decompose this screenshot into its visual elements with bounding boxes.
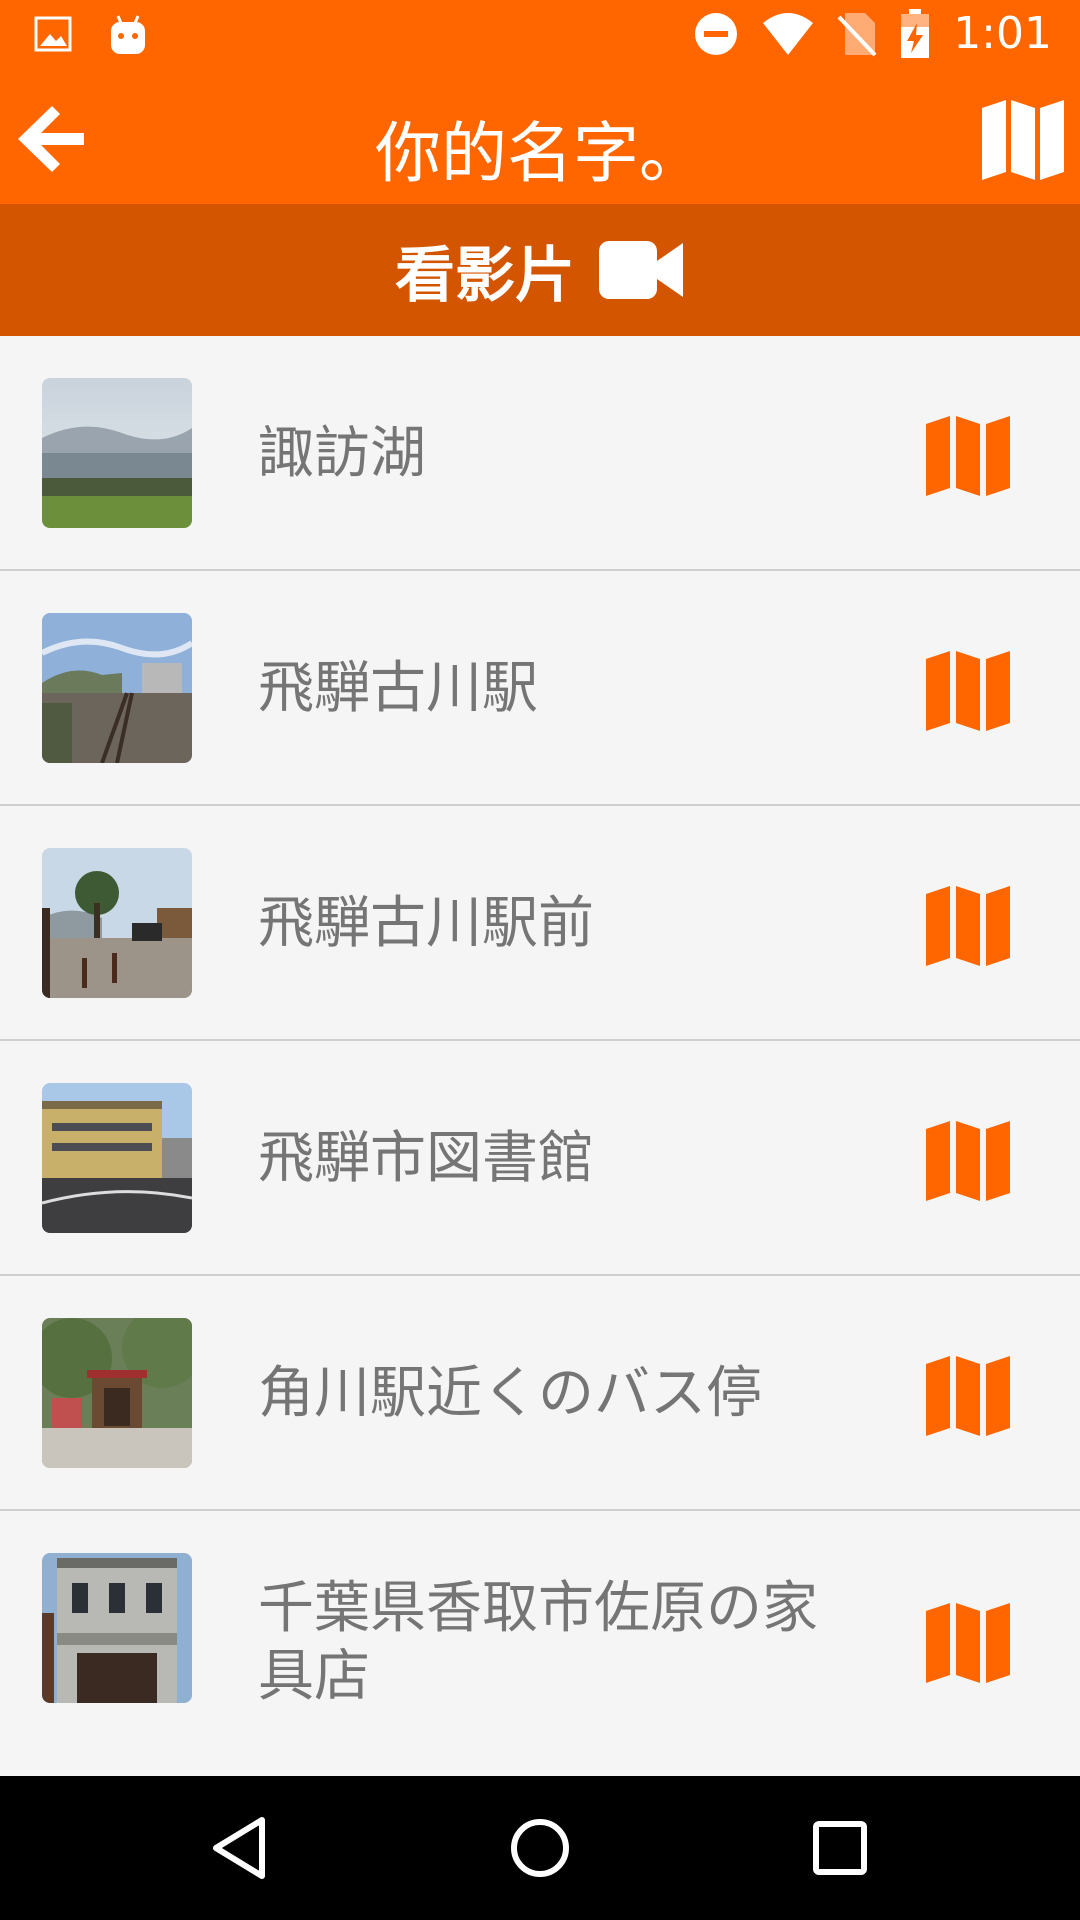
no-sim-icon: [837, 12, 877, 56]
list-item[interactable]: 飛騨市図書館: [0, 1041, 1080, 1276]
location-thumbnail: [42, 378, 192, 528]
map-icon[interactable]: [924, 649, 1012, 733]
clock: 1:01: [953, 8, 1052, 59]
map-icon[interactable]: [924, 1119, 1012, 1203]
system-nav-bar: [0, 1776, 1080, 1920]
watch-video-button[interactable]: 看影片: [0, 204, 1080, 336]
watch-video-label: 看影片: [395, 240, 575, 311]
map-icon[interactable]: [924, 1354, 1012, 1438]
location-thumbnail: [42, 1553, 192, 1703]
do-not-disturb-icon: [695, 12, 738, 55]
recents-square-icon[interactable]: [804, 1812, 876, 1884]
video-camera-icon: [599, 241, 683, 299]
list-item[interactable]: 千葉県香取市佐原の家具店: [0, 1511, 1080, 1775]
status-bar: 1:01: [0, 0, 1080, 72]
back-triangle-icon[interactable]: [204, 1812, 276, 1884]
android-icon: [111, 15, 145, 54]
status-right-icons: 1:01: [693, 8, 1052, 59]
list-item[interactable]: 飛騨古川駅前: [0, 806, 1080, 1041]
location-list: 諏訪湖 飛騨古川駅 飛騨古川駅前 飛騨市図書館 角川駅近くのバス停 千葉県香取市…: [0, 336, 1080, 1775]
map-icon[interactable]: [924, 1601, 1012, 1685]
image-icon: [34, 16, 72, 52]
location-thumbnail: [42, 1318, 192, 1468]
location-name: 諏訪湖: [258, 420, 426, 486]
location-thumbnail: [42, 613, 192, 763]
map-icon[interactable]: [924, 414, 1012, 498]
map-icon[interactable]: [980, 98, 1066, 182]
wifi-icon: [763, 12, 814, 55]
location-name: 飛騨古川駅: [258, 655, 538, 721]
map-icon[interactable]: [924, 884, 1012, 968]
page-title: 你的名字。: [375, 115, 705, 192]
battery-charging-icon: [901, 8, 930, 58]
location-thumbnail: [42, 848, 192, 998]
list-item[interactable]: 諏訪湖: [0, 336, 1080, 571]
location-name: 飛騨市図書館: [258, 1125, 594, 1191]
app-bar: 你的名字。: [0, 72, 1080, 204]
list-item[interactable]: 飛騨古川駅: [0, 571, 1080, 806]
location-name: 角川駅近くのバス停: [258, 1360, 762, 1426]
location-name: 飛騨古川駅前: [258, 890, 594, 956]
home-circle-icon[interactable]: [504, 1812, 576, 1884]
list-item[interactable]: 角川駅近くのバス停: [0, 1276, 1080, 1511]
location-name: 千葉県香取市佐原の家具店: [258, 1576, 818, 1709]
status-left-icons: [34, 14, 148, 58]
location-thumbnail: [42, 1083, 192, 1233]
